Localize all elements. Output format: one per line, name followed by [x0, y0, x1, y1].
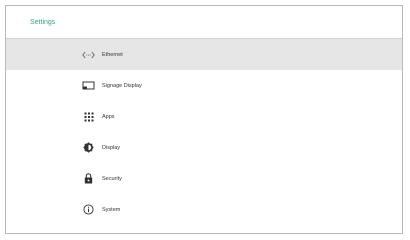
menu-item-apps[interactable]: Apps	[6, 101, 402, 132]
ethernet-icon	[82, 48, 95, 61]
menu-item-label: Display	[102, 144, 121, 151]
settings-menu: Ethernet Signage Display Apps Display Se…	[6, 39, 402, 225]
lock-icon	[82, 172, 95, 185]
menu-item-label: Apps	[102, 113, 115, 120]
menu-item-security[interactable]: Security	[6, 163, 402, 194]
apps-grid-icon	[82, 110, 95, 123]
menu-item-system[interactable]: System	[6, 194, 402, 225]
menu-item-label: Security	[102, 175, 122, 182]
menu-item-label: Ethernet	[102, 51, 123, 58]
menu-item-label: System	[102, 206, 121, 213]
settings-window: Settings Ethernet Signage Display Apps D…	[5, 5, 403, 234]
menu-item-display[interactable]: Display	[6, 132, 402, 163]
header-bar: Settings	[6, 6, 402, 39]
menu-item-ethernet[interactable]: Ethernet	[6, 39, 402, 70]
info-icon	[82, 203, 95, 216]
menu-item-label: Signage Display	[102, 82, 142, 89]
brightness-icon	[82, 141, 95, 154]
page-title: Settings	[30, 18, 56, 26]
signage-display-icon	[82, 79, 95, 92]
menu-item-signage-display[interactable]: Signage Display	[6, 70, 402, 101]
